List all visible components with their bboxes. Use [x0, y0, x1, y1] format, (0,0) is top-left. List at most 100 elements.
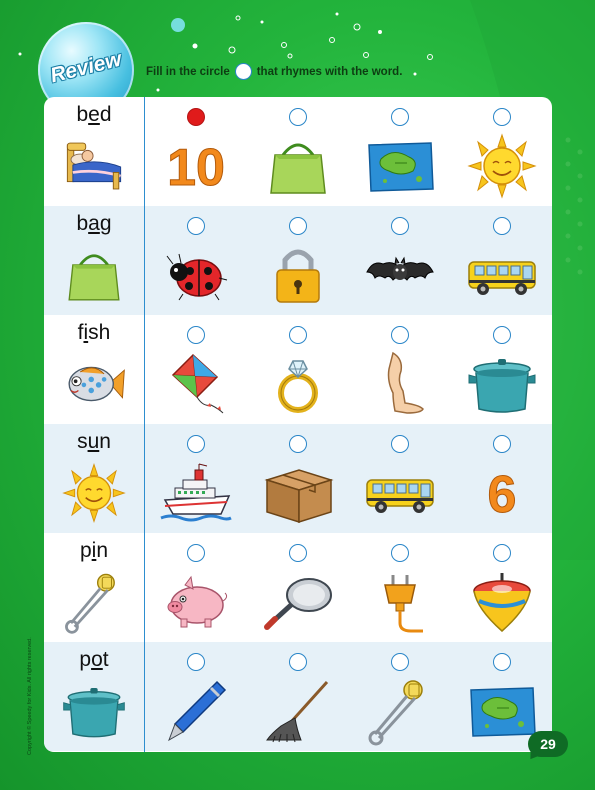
- pot-icon: [60, 680, 128, 742]
- safety-pin-icon: [363, 678, 437, 746]
- worksheet-row: sun 6: [44, 424, 552, 533]
- sun-icon: [60, 462, 128, 524]
- answer-option: [247, 642, 349, 751]
- cue-word-part: sh: [88, 321, 111, 344]
- plug-icon: [363, 569, 437, 635]
- answer-circle[interactable]: [493, 108, 511, 126]
- cue-word-part: p: [79, 539, 92, 562]
- answer-option: [349, 642, 451, 751]
- bat-icon: [363, 242, 437, 308]
- answer-circle[interactable]: [187, 544, 205, 562]
- answer-circle[interactable]: [391, 544, 409, 562]
- answer-option: [247, 424, 349, 533]
- answer-circle[interactable]: [289, 217, 307, 235]
- review-title: Review: [47, 47, 124, 88]
- worksheet-row: bed 10: [44, 97, 552, 206]
- answer-option: [349, 206, 451, 315]
- answer-circle[interactable]: [391, 653, 409, 671]
- answer-option: [247, 97, 349, 206]
- padlock-icon: [261, 242, 335, 308]
- answer-circle[interactable]: [391, 217, 409, 235]
- cue-word-vowel: o: [91, 648, 103, 671]
- cue-word-part: n: [96, 539, 109, 562]
- answer-option: [349, 97, 451, 206]
- spinning-top-icon: [465, 569, 539, 635]
- copyright-notice: Copyright © Speedy for Kids. All rights …: [27, 637, 33, 755]
- answer-option: [451, 315, 552, 424]
- answer-option: [145, 206, 247, 315]
- answer-circle-filled[interactable]: [187, 108, 205, 126]
- answer-circle[interactable]: [493, 326, 511, 344]
- bag-icon: [261, 133, 335, 199]
- instruction-start: Fill in the circle: [146, 65, 230, 78]
- cue-word: sun: [44, 430, 144, 454]
- answer-option: [451, 206, 552, 315]
- bed-icon: [60, 135, 128, 197]
- answer-circle[interactable]: [289, 435, 307, 453]
- leg-icon: [363, 351, 437, 417]
- answer-circle[interactable]: [187, 217, 205, 235]
- answer-circle[interactable]: [289, 653, 307, 671]
- answer-option: [145, 642, 247, 751]
- answer-option: 6: [451, 424, 552, 533]
- instruction-text: Fill in the circle that rhymes with the …: [146, 63, 402, 80]
- answer-circle[interactable]: [289, 326, 307, 344]
- answer-option: [349, 424, 451, 533]
- cue-word: pot: [44, 648, 144, 672]
- answer-circle[interactable]: [391, 435, 409, 453]
- worksheet-row: bag: [44, 206, 552, 315]
- answer-circle[interactable]: [493, 544, 511, 562]
- number-6-icon: 6: [465, 460, 539, 526]
- cue-word-part: t: [102, 648, 109, 671]
- safety-pin-icon: [60, 571, 128, 634]
- answer-option: [247, 533, 349, 642]
- answer-circle[interactable]: [289, 544, 307, 562]
- ship-icon: [159, 460, 233, 526]
- answer-option: [247, 206, 349, 315]
- cue-word-part: g: [99, 212, 112, 235]
- mop-icon: [261, 678, 335, 744]
- cue-word-part: b: [76, 103, 89, 126]
- answer-circle[interactable]: [187, 435, 205, 453]
- bus-icon: [363, 460, 437, 526]
- answer-option: [451, 97, 552, 206]
- answer-option: [145, 315, 247, 424]
- answer-option: [145, 533, 247, 642]
- answer-circle[interactable]: [493, 653, 511, 671]
- cue-word-vowel: u: [87, 430, 100, 453]
- option-number-text: 6: [488, 466, 517, 524]
- answer-circle[interactable]: [391, 108, 409, 126]
- number-10-icon: 10: [159, 133, 233, 199]
- map-icon: [363, 133, 437, 199]
- instruction-end: that rhymes with the word.: [256, 65, 403, 78]
- box-icon: [261, 460, 335, 526]
- cue-word: bed: [44, 103, 144, 127]
- cue-word-part: d: [99, 103, 112, 126]
- bus-icon: [465, 242, 539, 308]
- worksheet-row: pot: [44, 642, 552, 751]
- fish-icon: [60, 353, 128, 415]
- pot-icon: [465, 351, 539, 417]
- answer-circle[interactable]: [187, 653, 205, 671]
- cue-word: bag: [44, 212, 144, 236]
- answer-option: [247, 315, 349, 424]
- answer-circle[interactable]: [289, 108, 307, 126]
- kite-icon: [159, 351, 233, 417]
- cue-word-vowel: e: [88, 103, 100, 126]
- cue-word-part: p: [79, 648, 92, 671]
- answer-circle[interactable]: [187, 326, 205, 344]
- cue-word: fish: [44, 321, 144, 345]
- answer-option: [349, 315, 451, 424]
- cue-word-part: n: [99, 430, 111, 453]
- answer-circle[interactable]: [391, 326, 409, 344]
- answer-circle[interactable]: [493, 217, 511, 235]
- worksheet-row: pin: [44, 533, 552, 642]
- ring-icon: [261, 351, 335, 417]
- example-circle-icon: [234, 63, 252, 80]
- cue-word-part: b: [76, 212, 89, 235]
- sun-icon: [465, 133, 539, 199]
- cue-word-part: s: [77, 430, 88, 453]
- answer-circle[interactable]: [493, 435, 511, 453]
- answer-option: 10: [145, 97, 247, 206]
- answer-option: [145, 424, 247, 533]
